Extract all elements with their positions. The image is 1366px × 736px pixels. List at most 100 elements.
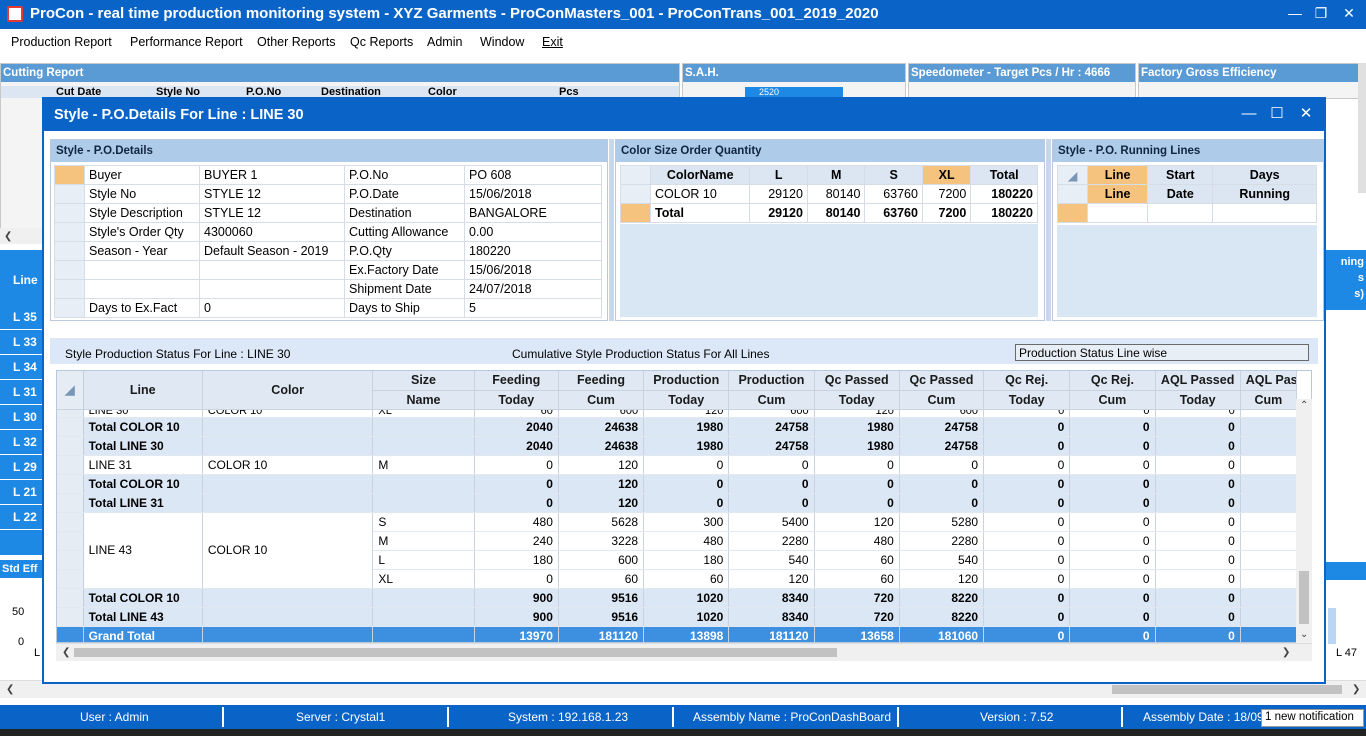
table-cell: Total COLOR 10 [83, 417, 203, 437]
row-header[interactable] [54, 241, 85, 261]
table-horizontal-scrollbar[interactable]: ❮ ❯ [56, 643, 1312, 661]
table-row[interactable]: Total LINE 31 0 120 0 0 0 0 0 0 0 [57, 493, 1298, 513]
mt-subheader-12[interactable]: Cum [1240, 390, 1298, 410]
mt-header-11[interactable]: AQL Passed [1155, 371, 1241, 391]
mt-subheader-4[interactable]: Cum [558, 390, 645, 410]
mt-subheader-3[interactable]: Today [474, 390, 559, 410]
line-item[interactable]: L 35 [0, 305, 44, 330]
table-row[interactable]: LINE 31 COLOR 10 M 0 120 0 0 0 0 0 0 0 [57, 455, 1298, 475]
mt-header-8[interactable]: Qc Passed [899, 371, 985, 391]
line-item[interactable]: L 34 [0, 355, 44, 380]
po-right-value: PO 608 [464, 165, 602, 185]
rl-start-header[interactable]: Start [1147, 165, 1214, 185]
rl-date-header[interactable]: Date [1147, 184, 1214, 204]
line-item[interactable]: L 21 [0, 480, 44, 505]
table-cell [1240, 474, 1298, 494]
restore-icon[interactable]: ❐ [1306, 3, 1336, 25]
po-detail-row: Season - Year Default Season - 2019 P.O.Qt… [54, 241, 602, 261]
row-header[interactable] [54, 203, 85, 223]
table-row[interactable]: Total LINE 43 900 9516 1020 8340 720 8220 0 0 0 [57, 607, 1298, 627]
menu-exit[interactable]: Exit [542, 35, 563, 49]
sah-title: S.A.H. [683, 64, 905, 82]
mt-header-7[interactable]: Qc Passed [814, 371, 900, 391]
table-row[interactable]: Total COLOR 10 900 9516 1020 8340 720 8220 0 0 0 [57, 588, 1298, 608]
table-cell [202, 607, 374, 627]
mt-header-0[interactable]: Line [83, 371, 203, 410]
table-cell [1240, 417, 1298, 437]
table-row[interactable]: Total COLOR 10 0 120 0 0 0 0 0 0 0 [57, 474, 1298, 494]
mt-header-10[interactable]: Qc Rej. [1069, 371, 1156, 391]
mt-header-12[interactable]: AQL Pas [1240, 371, 1298, 391]
table-row[interactable]: LINE 43 COLOR 10 S 480 5628 300 5400 120 5280 0 0 0 [57, 512, 1298, 589]
close-icon[interactable]: ✕ [1334, 3, 1364, 25]
line-item[interactable]: L 33 [0, 330, 44, 355]
row-header[interactable] [620, 203, 651, 223]
line-item[interactable]: L 32 [0, 430, 44, 455]
mt-header-5[interactable]: Production [643, 371, 730, 391]
table-cell: 1980 [814, 417, 900, 437]
mt-subheader-5[interactable]: Today [643, 390, 730, 410]
table-cell: 0 [1069, 474, 1156, 494]
cs-header-2[interactable]: M [806, 165, 866, 185]
cs-header-3[interactable]: S [864, 165, 923, 185]
cs-header-5[interactable]: Total [970, 165, 1038, 185]
line-item[interactable]: L 22 [0, 505, 44, 530]
table-row[interactable]: Total LINE 30 2040 24638 1980 24758 1980 24758… [57, 436, 1298, 456]
table-cell: Total LINE 30 [83, 436, 203, 456]
row-header[interactable] [54, 165, 85, 185]
row-header[interactable] [54, 298, 85, 318]
mt-header-1[interactable]: Color [202, 371, 374, 410]
line-item[interactable]: L 31 [0, 380, 44, 405]
row-header[interactable] [54, 260, 85, 280]
table-cell: 240 [474, 531, 559, 551]
table-cell [1240, 626, 1298, 642]
table-row[interactable]: Grand Total 13970 181120 13898 181120 13658 18… [57, 626, 1298, 642]
menu-qc-reports[interactable]: Qc Reports [350, 35, 413, 49]
mt-subheader-8[interactable]: Cum [899, 390, 985, 410]
cs-cell: 7200 [921, 184, 972, 204]
production-status-line-wise-button[interactable]: Production Status Line wise [1015, 344, 1309, 361]
cs-header-1[interactable]: L [749, 165, 808, 185]
po-detail-row: Ex.Factory Date 15/06/2018 [54, 260, 602, 280]
table-row[interactable]: Total COLOR 10 2040 24638 1980 24758 1980 2475… [57, 417, 1298, 437]
rl-line-header-2[interactable]: Line [1086, 184, 1149, 204]
mt-header-3[interactable]: Feeding [474, 371, 559, 391]
table-vertical-scrollbar[interactable]: ⌃ ⌄ [1296, 399, 1312, 643]
row-header[interactable] [620, 184, 651, 204]
line-item[interactable]: L 30 [0, 405, 44, 430]
table-cell: 0 [1155, 474, 1241, 494]
mt-subheader-6[interactable]: Cum [728, 390, 815, 410]
menu-window[interactable]: Window [480, 35, 524, 49]
row-header[interactable] [54, 222, 85, 242]
menu-performance-report[interactable]: Performance Report [130, 35, 243, 49]
menu-admin[interactable]: Admin [427, 35, 462, 49]
mt-header-9[interactable]: Qc Rej. [983, 371, 1071, 391]
menu-other-reports[interactable]: Other Reports [257, 35, 336, 49]
mt-subheader-7[interactable]: Today [814, 390, 900, 410]
row-header[interactable] [54, 184, 85, 204]
dialog-close-icon[interactable]: ✕ [1295, 105, 1317, 125]
mt-subheader-10[interactable]: Cum [1069, 390, 1156, 410]
rl-running-header[interactable]: Running [1212, 184, 1317, 204]
mt-subheader-11[interactable]: Today [1155, 390, 1241, 410]
dialog-maximize-icon[interactable]: ☐ [1266, 105, 1288, 125]
line-item[interactable]: L 29 [0, 455, 44, 480]
mt-header-2[interactable]: Size [372, 371, 475, 391]
rl-line-header[interactable]: Line [1086, 165, 1149, 185]
notification-toast[interactable]: 1 new notification [1261, 709, 1364, 727]
status-assembly-date: Assembly Date : 18/09 [1143, 710, 1264, 724]
rl-days-header[interactable]: Days [1212, 165, 1317, 185]
table-cell [372, 626, 475, 642]
menu-production-report[interactable]: Production Report [11, 35, 112, 49]
table-cell: 0 [474, 455, 559, 475]
row-header[interactable] [54, 279, 85, 299]
cs-header-4[interactable]: XL [921, 165, 972, 185]
mt-subheader-9[interactable]: Today [983, 390, 1071, 410]
mt-subheader-2[interactable]: Name [372, 390, 475, 410]
mt-header-6[interactable]: Production [728, 371, 815, 391]
splitter-2 [1046, 139, 1051, 321]
dialog-minimize-icon[interactable]: — [1238, 105, 1260, 125]
mt-header-4[interactable]: Feeding [558, 371, 645, 391]
cs-header-0[interactable]: ColorName [649, 165, 751, 185]
table-cell: 300 [643, 512, 730, 532]
